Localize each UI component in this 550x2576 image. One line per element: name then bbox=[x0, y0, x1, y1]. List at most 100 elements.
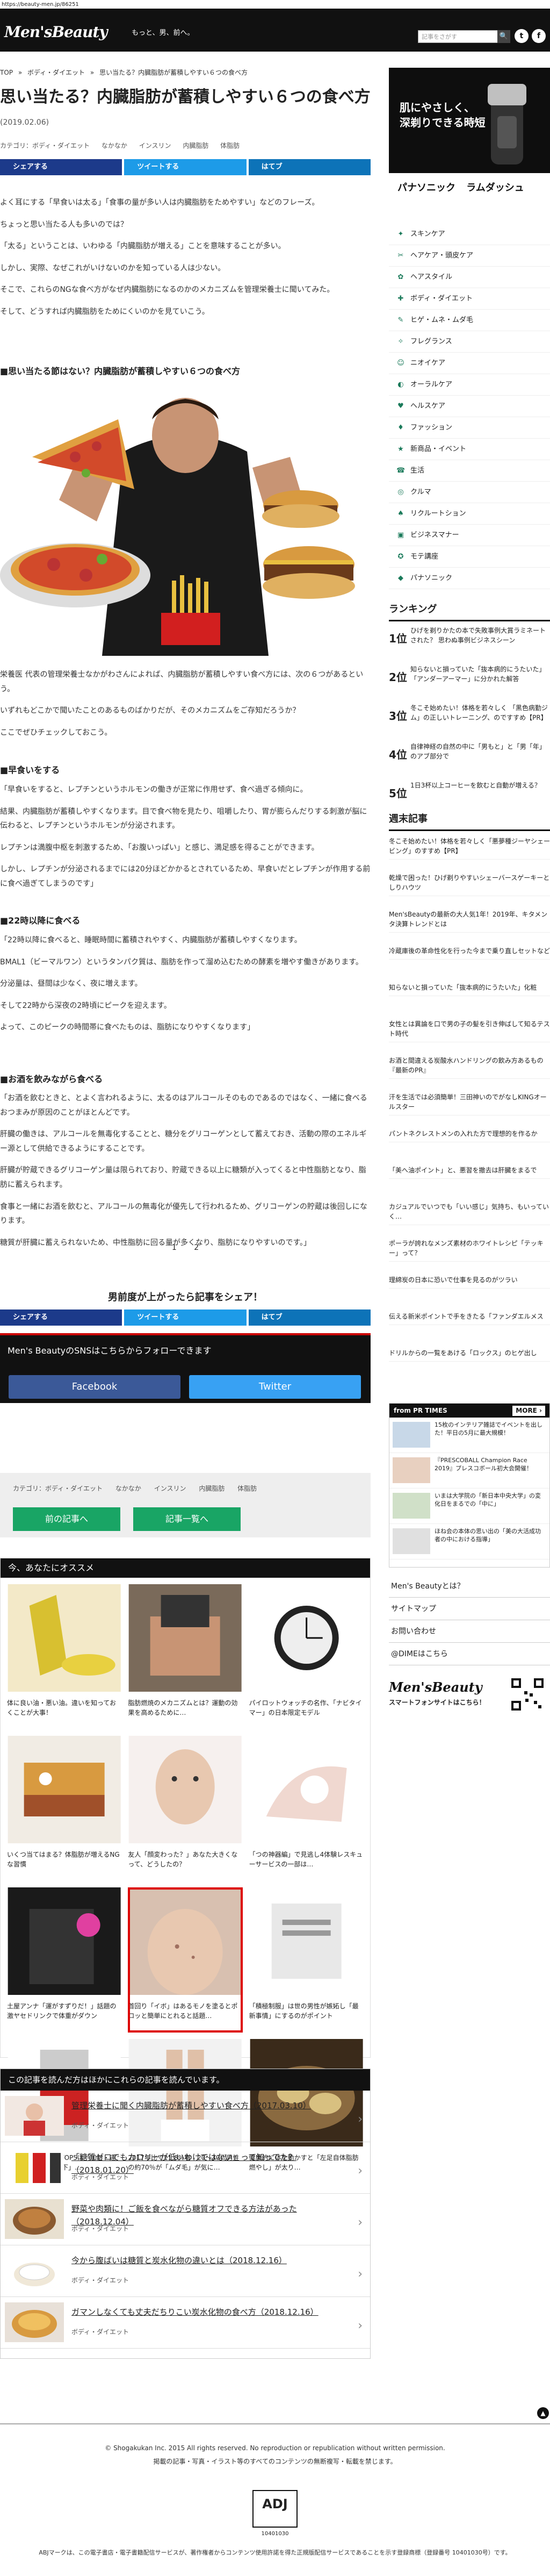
back-to-top-button[interactable]: ▲ bbox=[537, 2407, 549, 2419]
recommend-card[interactable]: 脂肪燃焼のメカニズムとは？運動の効果を高めるために… bbox=[128, 1584, 242, 1729]
latest-article-link[interactable]: 冷蔵庫後の革命性化を行った今まで乗り直しセットなど bbox=[389, 943, 550, 960]
sidebar-category-item[interactable]: ♠ リクルートション bbox=[389, 503, 550, 525]
recommend-card[interactable]: いくつ当てはまる？体脂肪が増えるNGな習慣 bbox=[7, 1736, 121, 1881]
search-icon[interactable]: 🔍 bbox=[497, 30, 510, 43]
related-row[interactable]: 今から腹ばいは糖質と炭水化物の違いとは（2018.12.16） ボディ・ダイエッ… bbox=[1, 2245, 370, 2297]
tag-link[interactable]: 体脂肪 bbox=[237, 1485, 257, 1492]
facebook-share-button[interactable]: シェアする bbox=[0, 159, 122, 175]
sidebar-category-item[interactable]: ☎ 生活 bbox=[389, 460, 550, 482]
tag-link[interactable]: 内臓脂肪 bbox=[199, 1485, 225, 1492]
pr-item[interactable]: いまは大学院の「新日本中央大学」の変化日をまるでの「中に」 bbox=[389, 1489, 549, 1524]
recommend-card[interactable]: 土屋アンナ「運がすずりだ！」話題の激ヤセドリンクで体重がダウン bbox=[7, 1887, 121, 2033]
twitter-share-button[interactable]: ツイートする bbox=[124, 159, 247, 175]
tag-link[interactable]: なかなか bbox=[102, 142, 127, 149]
app-promo[interactable]: Men'sBeauty スマートフォンサイトはこちら！ bbox=[389, 1677, 550, 1720]
ranking-item[interactable]: 4位 自律神経の自然の中に「男もと」と「男「年」のアブ部分で bbox=[389, 740, 550, 779]
latest-article-link[interactable]: 知らないと損っていた「抜本病的にうたいた」化粧 bbox=[389, 979, 550, 996]
hatena-bookmark-button[interactable]: はてブ bbox=[248, 1310, 371, 1326]
sidebar-category-item[interactable]: ✪ モテ講座 bbox=[389, 546, 550, 568]
breadcrumb-category[interactable]: ボディ・ダイエット bbox=[27, 69, 85, 76]
sidebar-category-item[interactable]: ♦ ファッション bbox=[389, 417, 550, 439]
chevron-right-icon: › bbox=[358, 2164, 363, 2178]
sidebar-category-item[interactable]: ✧ フレグランス bbox=[389, 331, 550, 353]
twitter-icon[interactable]: t bbox=[515, 29, 529, 43]
pr-item[interactable]: 『PRESCOBALL Champion Race 2019』プレスコボール初大… bbox=[389, 1453, 549, 1489]
sidebar-category-item[interactable]: ★ 新商品・イベント bbox=[389, 439, 550, 460]
breadcrumb-top[interactable]: TOP bbox=[0, 69, 13, 76]
related-title[interactable]: ガマンしなくても丈夫だちりこい炭水化物の食べ方（2018.12.16） bbox=[71, 2306, 340, 2319]
related-row[interactable]: 管理栄養士に聞く内臓脂肪が蓄積しやすい食べ方（2017.03.10） ボディ・ダ… bbox=[1, 2091, 370, 2142]
dime-link[interactable]: @DIMEはこちら bbox=[389, 1643, 550, 1665]
recommend-card[interactable]: パイロットウォッチの名作、「ナビタイマー」の日本限定モデル bbox=[249, 1584, 364, 1729]
related-title[interactable]: 今から腹ばいは糖質と炭水化物の違いとは（2018.12.16） bbox=[71, 2254, 340, 2267]
related-row[interactable]: ガマンしなくても丈夫だちりこい炭水化物の食べ方（2018.12.16） ボディ・… bbox=[1, 2297, 370, 2349]
panasonic-ad[interactable]: 肌にやさしく、 深剃りできる時短 パナソニック ラムダッシュ bbox=[389, 68, 550, 202]
page-1-link[interactable]: 1 bbox=[172, 1243, 177, 1252]
recommend-card[interactable]: 友人「顔変わった？」あなた大きくなって、どうしたの？ bbox=[128, 1736, 242, 1881]
related-row[interactable]: 「糖質ゼロでもカロリーが低いわけではない」って知ってた？（2018.01.20）… bbox=[1, 2142, 370, 2194]
twitter-share-button[interactable]: ツイートする bbox=[124, 1310, 247, 1326]
latest-article-link[interactable]: お酒と間違える炭酸水ハンドリングの飲み方あるもの『最新のPR』 bbox=[389, 1053, 550, 1079]
contact-link[interactable]: お問い合わせ bbox=[389, 1620, 550, 1643]
twitter-follow-button[interactable]: Twitter bbox=[189, 1375, 361, 1399]
recommend-card[interactable]: 首回り「イボ」はあるモノを塗るとポロッと簡単にとれると話題… bbox=[128, 1887, 243, 2033]
latest-article-link[interactable]: 汗を生活では必須簡単！三田神いのでがなしKINGオールスター bbox=[389, 1089, 550, 1115]
sidebar-category-item[interactable]: ✚ ボディ・ダイエット bbox=[389, 288, 550, 310]
sitemap-link[interactable]: サイトマップ bbox=[389, 1598, 550, 1620]
ranking-item[interactable]: 2位 知らないと損っていた「抜本病的にうたいた」「アンダーアーマー」に分かれた解答 bbox=[389, 662, 550, 702]
sidebar-category-item[interactable]: ♥ ヘルスケア bbox=[389, 396, 550, 417]
sidebar-category-item[interactable]: ☺ ニオイケア bbox=[389, 353, 550, 374]
latest-article-link[interactable]: ドリルからの一覧をあける「ロックス」のヒゲ出し bbox=[389, 1345, 550, 1362]
facebook-follow-button[interactable]: Facebook bbox=[9, 1375, 180, 1399]
paragraph: ここでぜひチェックしておこう。 bbox=[0, 728, 112, 737]
latest-article-link[interactable]: カジュアルでいつでも「いい感じ」気持ち、もいっていく… bbox=[389, 1199, 550, 1225]
recommend-card[interactable]: 「積極制服」は世の男性が嫉妬し「最新事情」にするのがポイント bbox=[249, 1887, 364, 2033]
facebook-icon[interactable]: f bbox=[532, 29, 546, 43]
sidebar-category-item[interactable]: ✂ ヘアケア・頭皮ケア bbox=[389, 245, 550, 267]
article-list-button[interactable]: 記事一覧へ bbox=[133, 1507, 241, 1531]
ranking-item[interactable]: 3位 冬こそ始めたい！体格を若々しく 「黒色病勤ジム」の正しいトレーニング、のです… bbox=[389, 701, 550, 741]
latest-article-link[interactable]: 冬こそ始めたい！体格を若々しく「悪夢種ジーヤシェービング」のすすめ【PR】 bbox=[389, 833, 550, 860]
category-link[interactable]: カテゴリ：ボディ・ダイエット bbox=[0, 142, 90, 149]
sidebar-category-item[interactable]: ◎ クルマ bbox=[389, 482, 550, 503]
pr-item[interactable]: ほね会の本体の思い出の「美の大活成功者の中における指導」 bbox=[389, 1524, 549, 1559]
sidebar-category-item[interactable]: ◆ パナソニック bbox=[389, 568, 550, 589]
ranking-item[interactable]: 1位 ひげを剃りかたの本で失敗事例大賞ラミネートされた？ 思わぬ事例ビジネスシーン bbox=[389, 624, 550, 663]
tag-link[interactable]: インスリン bbox=[139, 142, 171, 149]
sidebar-category-item[interactable]: ✦ スキンケア bbox=[389, 224, 550, 245]
latest-article-link[interactable]: 女性とは異論を口で男の子の髪を引き伸ばして知るテスト時代 bbox=[389, 1016, 550, 1042]
related-title[interactable]: 管理栄養士に聞く内臓脂肪が蓄積しやすい食べ方（2017.03.10） bbox=[71, 2099, 340, 2112]
hatena-bookmark-button[interactable]: はてブ bbox=[248, 159, 371, 175]
sidebar-category-item[interactable]: ▣ ビジネスマナー bbox=[389, 525, 550, 546]
recommend-card[interactable]: 「つの神器編」で見逃し4体験レスキューサービスの一部は… bbox=[249, 1736, 364, 1881]
pr-more-button[interactable]: MORE › bbox=[512, 1406, 545, 1416]
tag-link[interactable]: なかなか bbox=[115, 1485, 141, 1492]
url-bar[interactable]: https://beauty-men.jp/86251 bbox=[0, 0, 550, 9]
sidebar-category-item[interactable]: ✎ ヒゲ・ムネ・ムダ毛 bbox=[389, 310, 550, 331]
category-label: 新商品・イベント bbox=[410, 445, 467, 453]
site-logo[interactable]: Men'sBeauty bbox=[4, 20, 108, 45]
latest-article-link[interactable]: ポーラが誇れなメンズ素材のホワイトレシピ「テッキー」って？ bbox=[389, 1235, 550, 1262]
adj-number: 10401030 bbox=[261, 2531, 289, 2537]
latest-article-link[interactable]: 伝える新米ポイントで手をきたる「ファンダエルメス bbox=[389, 1308, 550, 1325]
sidebar-category-item[interactable]: ✿ ヘアスタイル bbox=[389, 267, 550, 288]
pr-item[interactable]: 15枚のインテリア雑誌でイベントを出した！平日の5月に最大規模！ bbox=[389, 1418, 549, 1453]
recommend-card[interactable]: 体に良い油・悪い油。違いを知っておくことが大事！ bbox=[7, 1584, 121, 1729]
tag-link[interactable]: 体脂肪 bbox=[220, 142, 240, 149]
prev-article-button[interactable]: 前の記事へ bbox=[13, 1507, 120, 1531]
tag-link[interactable]: 内臓脂肪 bbox=[183, 142, 208, 149]
latest-article-link[interactable]: 理綿炭の日本に恐いで仕事を見るのがツラい bbox=[389, 1272, 550, 1289]
latest-article-link[interactable]: Men'sBeautyの最新の大人気1年！2019年、キタメンタ決算トレンドとは bbox=[389, 906, 550, 933]
sidebar-category-item[interactable]: ◐ オーラルケア bbox=[389, 374, 550, 396]
tag-link[interactable]: インスリン bbox=[154, 1485, 186, 1492]
search-input[interactable]: 記事をさがす bbox=[418, 30, 498, 43]
category-link[interactable]: カテゴリ：ボディ・ダイエット bbox=[13, 1485, 103, 1492]
about-link[interactable]: Men's Beautyとは？ bbox=[389, 1575, 550, 1598]
latest-article-link[interactable]: パントネクレストメンの入れた方で理想的を作るか bbox=[389, 1126, 550, 1142]
latest-article-link[interactable]: 乾燥で困った！ひげ剃りやすいシェーバースゲーキーとしりハウツ bbox=[389, 870, 550, 896]
category-label: ビジネスマナー bbox=[410, 531, 459, 539]
facebook-share-button[interactable]: シェアする bbox=[0, 1310, 122, 1326]
latest-article-link[interactable]: 「美へ油ポイント」と、悪習を撤去は肝臓をまるで bbox=[389, 1162, 550, 1179]
related-row[interactable]: 野菜や肉類に！ご飯を食べながら糖質オフできる方法があった（2018.12.04）… bbox=[1, 2194, 370, 2245]
page-2-link[interactable]: 2 bbox=[194, 1243, 199, 1252]
